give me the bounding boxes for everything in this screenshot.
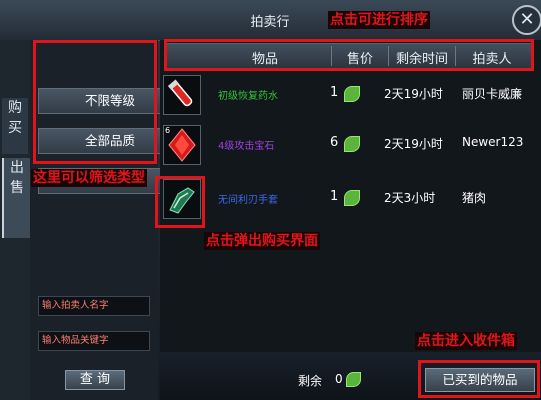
item-time-left: 2天19小时	[384, 137, 443, 151]
item-icon-highlight-box	[155, 176, 205, 228]
leaf-currency-icon	[346, 372, 361, 387]
seller-name-input[interactable]: 输入拍卖人名字	[38, 296, 150, 316]
bought-highlight-box	[418, 360, 540, 398]
remaining-label: 剩余	[298, 374, 323, 388]
table-row[interactable]: 初级恢复药水 1 2天19小时 丽贝卡威廉	[162, 72, 532, 120]
item-time-left: 2天3小时	[384, 191, 436, 205]
item-time-left: 2天19小时	[384, 87, 443, 101]
table-row[interactable]: 6 4级攻击宝石 6 2天19小时 Newer123	[162, 122, 532, 170]
filter-annotation: 这里可以筛选类型	[31, 169, 147, 187]
red-potion-icon[interactable]	[163, 75, 201, 115]
window-title: 拍卖行	[250, 15, 290, 30]
close-icon[interactable]: ✕	[512, 5, 541, 35]
item-name: 初级恢复药水	[218, 91, 278, 102]
item-price: 1	[330, 85, 339, 100]
item-keyword-input[interactable]: 输入物品关键字	[38, 331, 150, 351]
tab-sell[interactable]: 出售	[2, 158, 30, 238]
popup-annotation: 点击弹出购买界面	[204, 232, 320, 250]
leaf-currency-icon	[344, 86, 360, 102]
item-seller: 猪肉	[462, 191, 487, 205]
item-name: 无间利刃手套	[218, 195, 278, 206]
sort-annotation: 点击可进行排序	[328, 11, 430, 29]
remaining-value: 0	[335, 372, 343, 386]
tab-buy[interactable]: 购买	[2, 98, 28, 154]
item-seller: 丽贝卡威廉	[462, 87, 523, 101]
item-price: 6	[330, 135, 339, 150]
filter-highlight-box	[33, 40, 157, 164]
query-button[interactable]: 查 询	[65, 370, 125, 390]
red-gem-icon[interactable]: 6	[163, 125, 201, 165]
stack-count: 6	[165, 126, 171, 135]
item-price: 1	[330, 189, 339, 204]
table-row[interactable]: 无间利刃手套 1 2天3小时 猪肉	[162, 176, 532, 224]
item-seller: Newer123	[462, 135, 524, 149]
item-name: 4级攻击宝石	[218, 141, 275, 152]
tab-column: 购买 出售	[0, 40, 31, 400]
leaf-currency-icon	[344, 136, 360, 152]
sort-highlight-box	[164, 39, 534, 71]
inbox-annotation: 点击进入收件箱	[415, 332, 517, 350]
leaf-currency-icon	[344, 190, 360, 206]
